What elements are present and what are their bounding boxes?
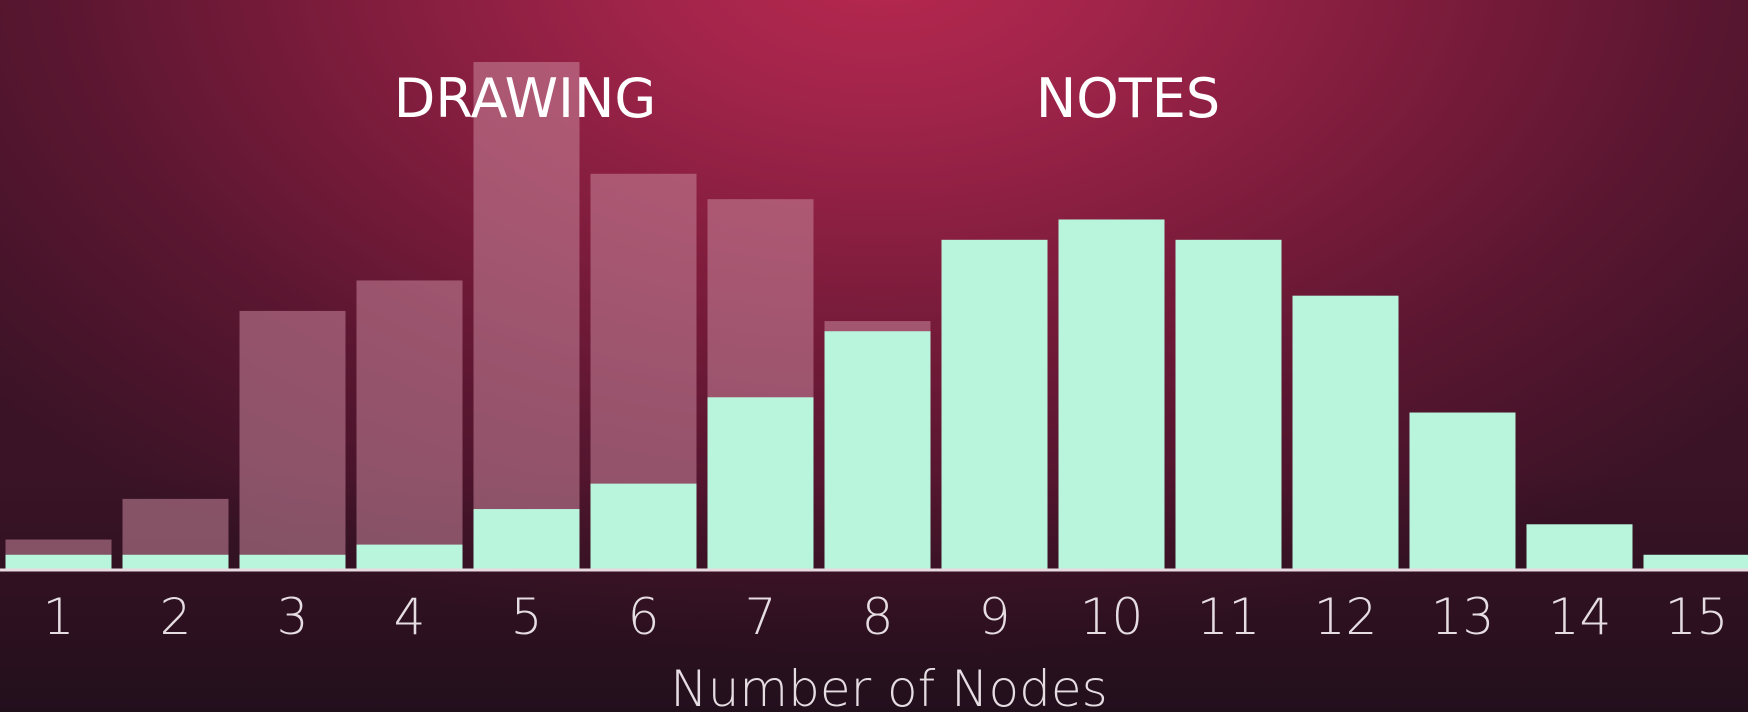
notes-series-label: NOTES — [1036, 67, 1220, 130]
x-tick-label-11: 11 — [1197, 588, 1261, 646]
drawing-bar-3 — [239, 310, 346, 570]
notes-bar-8 — [824, 331, 931, 570]
x-tick-label-8: 8 — [862, 588, 894, 646]
x-tick-label-9: 9 — [979, 588, 1011, 646]
x-tick-label-6: 6 — [628, 588, 660, 646]
drawing-bar-4 — [356, 280, 463, 570]
chart-background: 1 2 3 4 5 6 7 8 9 10 11 12 13 14 15 DRAWING NOTES Numb… — [0, 0, 1748, 712]
x-tick-label-3: 3 — [277, 588, 309, 646]
x-tick-label-10: 10 — [1080, 588, 1144, 646]
x-axis-ticks: 1 2 3 4 5 6 7 8 9 10 11 12 13 14 15 — [43, 588, 1729, 646]
notes-bar-1 — [5, 554, 112, 570]
x-tick-label-15: 15 — [1665, 588, 1729, 646]
x-tick-label-12: 12 — [1314, 588, 1378, 646]
notes-bar-2 — [122, 554, 229, 570]
notes-bar-4 — [356, 544, 463, 570]
notes-bar-15 — [1643, 554, 1748, 570]
histogram-chart: 1 2 3 4 5 6 7 8 9 10 11 12 13 14 15 DRAWING NOTES Numb… — [0, 62, 1748, 712]
notes-bar-11 — [1175, 239, 1282, 571]
notes-bar-7 — [707, 397, 814, 570]
notes-bar-5 — [473, 509, 580, 570]
notes-bar-10 — [1058, 219, 1165, 571]
x-tick-label-4: 4 — [394, 588, 426, 646]
x-tick-label-13: 13 — [1431, 588, 1495, 646]
notes-bar-9 — [941, 239, 1048, 571]
x-tick-label-5: 5 — [511, 588, 543, 646]
x-tick-label-2: 2 — [160, 588, 192, 646]
drawing-series-label: DRAWING — [394, 67, 656, 130]
notes-bar-3 — [239, 554, 346, 570]
x-tick-label-7: 7 — [745, 588, 777, 646]
notes-bar-6 — [590, 483, 697, 570]
notes-bar-12 — [1292, 295, 1399, 570]
drawing-bar-5 — [473, 62, 580, 570]
x-tick-label-1: 1 — [43, 588, 75, 646]
x-tick-label-14: 14 — [1548, 588, 1612, 646]
notes-bar-14 — [1526, 524, 1633, 570]
notes-bar-13 — [1409, 412, 1516, 570]
x-axis-title: Number of Nodes — [670, 660, 1107, 712]
